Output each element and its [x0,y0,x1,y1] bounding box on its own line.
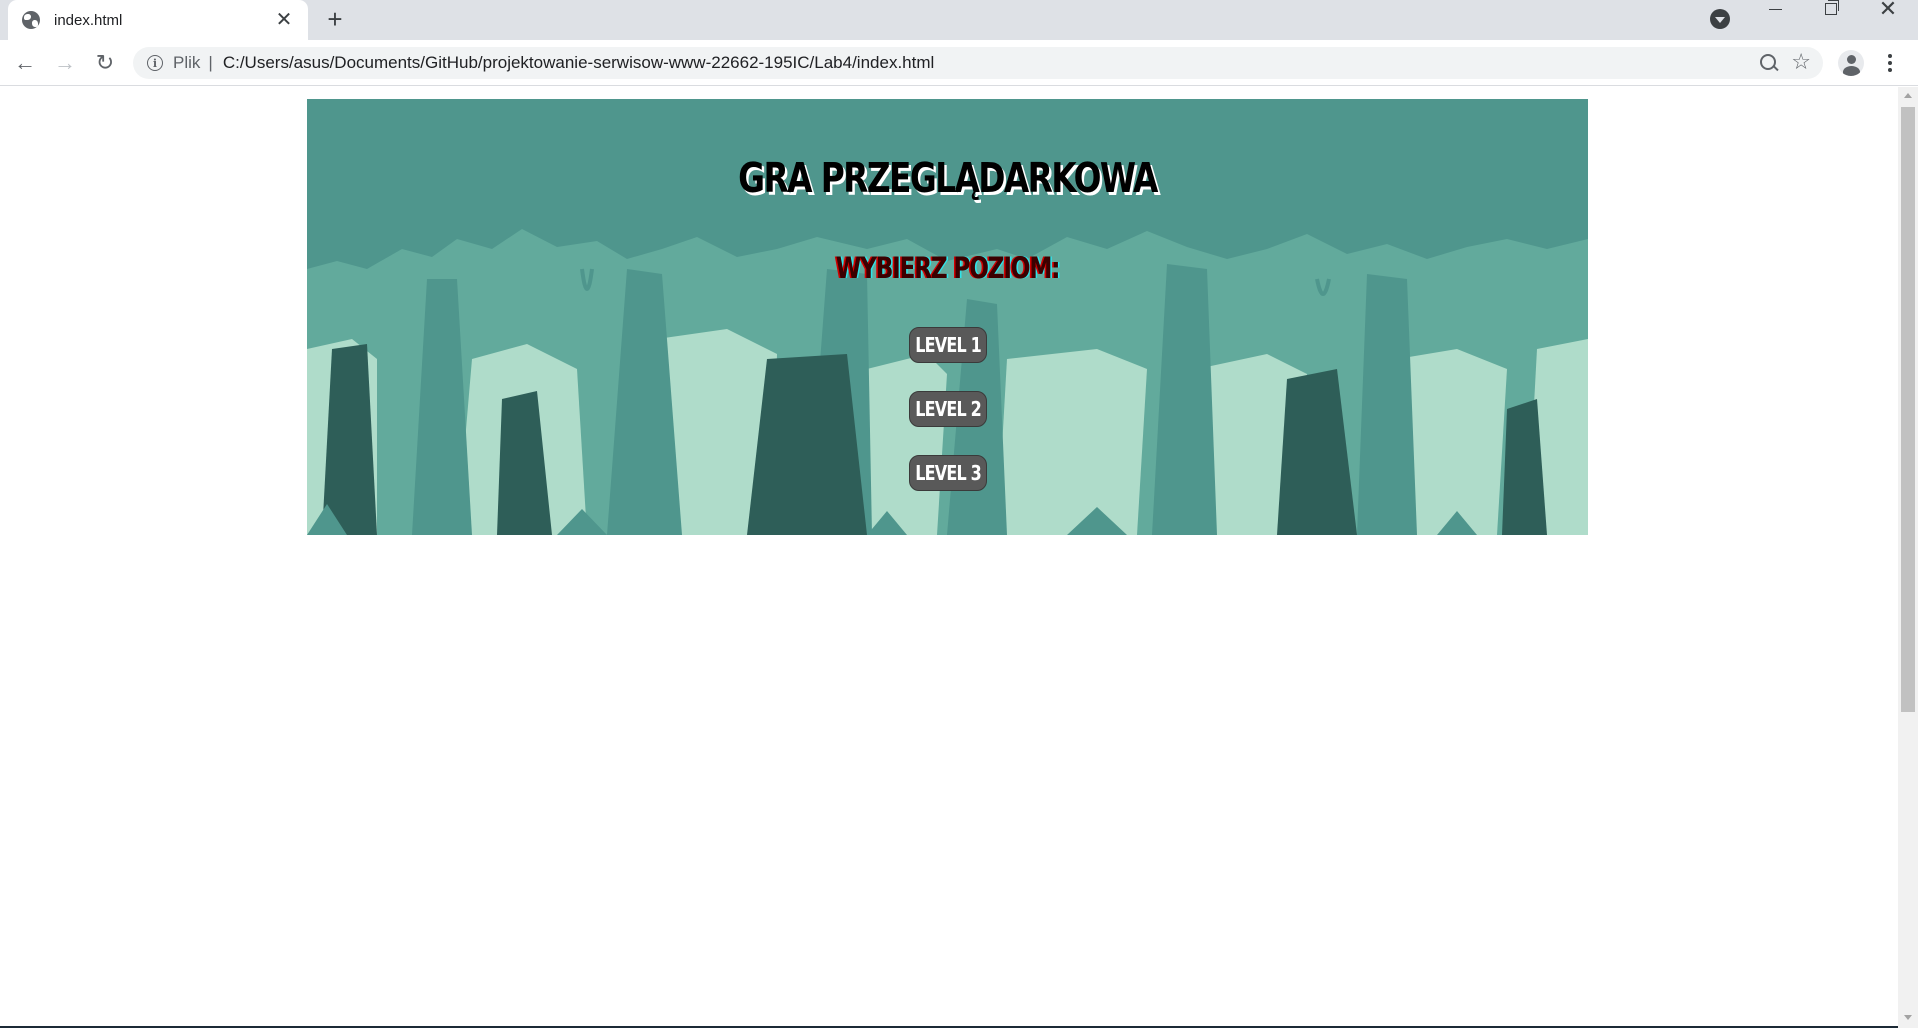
zoom-icon[interactable] [1759,53,1779,73]
level-3-label: LEVEL 3 [915,461,982,485]
back-button[interactable]: ← [10,48,40,78]
tab-close-icon[interactable]: ✕ [274,10,294,30]
reload-button[interactable]: ↻ [90,48,120,78]
restore-icon [1825,0,1839,15]
forward-button[interactable]: → [50,48,80,78]
tab-title: index.html [54,11,123,29]
window-close-button[interactable]: ✕ [1860,0,1916,32]
minimize-button[interactable] [1747,0,1803,32]
chip-separator: | [208,53,213,72]
level-2-label: LEVEL 2 [915,397,982,421]
bookmark-star-icon[interactable]: ☆ [1791,50,1811,74]
vertical-scrollbar[interactable] [1898,87,1918,1028]
address-bar[interactable]: i Plik | C:/Users/asus/Documents/GitHub/… [133,47,1823,79]
scroll-up-arrow-icon[interactable] [1904,93,1912,98]
security-chip[interactable]: Plik [173,53,200,73]
scroll-thumb[interactable] [1901,107,1915,712]
game-title: GRA PRZEGLĄDARKOWA [738,154,1158,202]
globe-icon [22,11,40,29]
level-2-button[interactable]: LEVEL 2 [909,391,987,427]
back-arrow-icon: ← [14,50,36,75]
new-tab-button[interactable]: + [322,6,348,33]
browser-toolbar: ← → ↻ i Plik | C:/Users/asus/Documents/G… [0,40,1918,86]
level-1-label: LEVEL 1 [915,333,982,357]
forward-arrow-icon: → [54,50,76,75]
choose-level-heading: WYBIERZ POZIOM: [835,251,1061,285]
tab-search-icon[interactable] [1710,9,1730,29]
info-icon[interactable]: i [147,55,163,71]
browser-tab[interactable]: index.html ✕ [8,0,308,40]
url-text[interactable]: C:/Users/asus/Documents/GitHub/projektow… [223,53,934,73]
reload-icon: ↻ [95,50,115,75]
minimize-icon [1768,8,1782,10]
level-1-button[interactable]: LEVEL 1 [909,327,987,363]
restore-button[interactable] [1803,0,1859,32]
game-panel: GRA PRZEGLĄDARKOWA WYBIERZ POZIOM: LEVEL… [307,99,1588,535]
scroll-down-arrow-icon[interactable] [1904,1015,1912,1020]
menu-icon[interactable] [1882,52,1898,74]
close-icon: ✕ [1878,0,1898,21]
tab-strip: index.html ✕ + ✕ [0,0,1918,40]
profile-icon[interactable] [1838,50,1864,76]
level-3-button[interactable]: LEVEL 3 [909,455,987,491]
